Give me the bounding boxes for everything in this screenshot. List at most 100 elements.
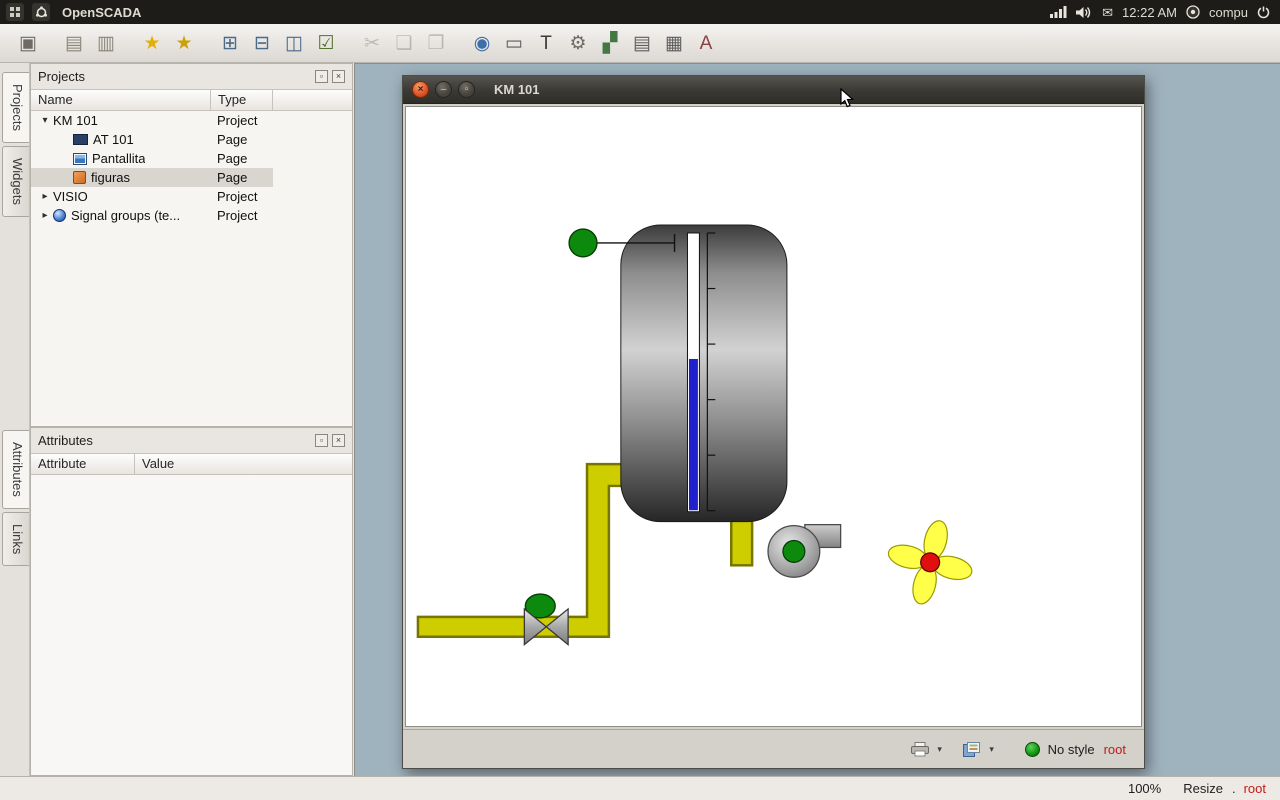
session-user[interactable]: compu <box>1209 5 1248 20</box>
close-button[interactable]: × <box>412 81 429 98</box>
side-tab-attributes[interactable]: Attributes <box>2 430 29 509</box>
tree-item-label: VISIO <box>53 189 88 204</box>
print-icon: ▣ <box>19 34 37 53</box>
tree-row-figuras[interactable]: figuras Page <box>31 168 273 187</box>
projects-columns-header: Name Type <box>31 89 352 111</box>
elementary-figures-icon: ◉ <box>474 34 491 53</box>
diagram-widget-icon: ▞ <box>603 34 618 53</box>
new-widget-library-button[interactable]: ★ <box>168 28 200 58</box>
km101-window[interactable]: ×–▫ KM 101 <box>402 75 1145 769</box>
grid-icon <box>9 6 21 18</box>
visual-item-properties-button[interactable]: ◫ <box>278 28 310 58</box>
style-label: No style <box>1048 742 1095 757</box>
mail-indicator-icon[interactable]: ✉ <box>1102 6 1113 19</box>
tree-expand-arrow[interactable]: ▸ <box>37 191 53 202</box>
inlet-pipe[interactable] <box>418 464 627 637</box>
top-panel: OpenSCADA ✉ 12:22 AM compu <box>0 0 1280 24</box>
tree-item-type: Project <box>211 113 257 128</box>
tree-item-type: Page <box>211 170 247 185</box>
window-titlebar[interactable]: ×–▫ KM 101 <box>403 76 1144 104</box>
dock-float-button[interactable]: ▫ <box>315 70 328 83</box>
tree-item-label: figuras <box>91 170 130 185</box>
save-to-db-icon: ▥ <box>97 34 115 53</box>
export-dropdown-caret[interactable]: ▾ <box>985 744 999 755</box>
dock-close-button[interactable]: × <box>332 70 345 83</box>
power-icon[interactable] <box>1257 6 1270 19</box>
add-visual-item-button[interactable]: ⊞ <box>214 28 246 58</box>
network-signal-icon[interactable] <box>1050 6 1067 18</box>
load-from-db-button[interactable]: ▤ <box>58 28 90 58</box>
edit-visual-item-button[interactable]: ☑ <box>310 28 342 58</box>
tree-row-km-101[interactable]: ▾KM 101 Project <box>31 111 273 130</box>
print-view-button[interactable] <box>907 737 933 761</box>
copy-icon: ❏ <box>395 34 412 53</box>
export-view-button[interactable] <box>959 737 985 761</box>
diagram-widget-button[interactable]: ▞ <box>594 28 626 58</box>
tree-row-visio[interactable]: ▸VISIOProject <box>31 187 273 206</box>
delete-visual-item-button[interactable]: ⊟ <box>246 28 278 58</box>
toolbar-separator <box>200 31 214 55</box>
maximize-button[interactable]: ▫ <box>458 81 475 98</box>
edit-mode-label[interactable]: Resize <box>1183 781 1223 796</box>
side-tab-projects[interactable]: Projects <box>2 72 29 143</box>
pump[interactable] <box>768 525 841 578</box>
tree-expand-arrow[interactable]: ▾ <box>37 115 53 126</box>
scada-canvas[interactable] <box>405 106 1142 727</box>
tank[interactable] <box>621 225 787 522</box>
fan[interactable] <box>878 511 982 614</box>
tank-top-lamp[interactable] <box>569 229 597 257</box>
protocol-widget-button[interactable]: ▤ <box>626 28 658 58</box>
print-button[interactable]: ▣ <box>12 28 44 58</box>
dock-close-button[interactable]: × <box>332 434 345 447</box>
tree-item-label: KM 101 <box>53 113 98 128</box>
tree-row-at-101[interactable]: AT 101Page <box>31 130 273 149</box>
main-toolbar: ▣▤▥★★⊞⊟◫☑✂❏❐◉▭T⚙▞▤▦A <box>0 24 1280 63</box>
tree-row-signal-groups-te[interactable]: ▸Signal groups (te...Project <box>31 206 273 225</box>
side-tab-widgets[interactable]: Widgets <box>2 146 29 217</box>
column-header-filler <box>273 90 352 110</box>
app-menu-icon[interactable] <box>6 3 24 21</box>
dock-float-button[interactable]: ▫ <box>315 434 328 447</box>
projects-tree-body[interactable]: ▾KM 101ProjectAT 101PagePantallitaPagefi… <box>31 111 352 426</box>
tree-row-pantallita[interactable]: PantallitaPage <box>31 149 273 168</box>
column-header-type[interactable]: Type <box>211 90 273 110</box>
function-values-button[interactable]: A <box>690 28 722 58</box>
tree-expand-arrow[interactable]: ▸ <box>37 210 53 221</box>
side-tab-links[interactable]: Links <box>2 512 29 566</box>
minimize-button[interactable]: – <box>435 81 452 98</box>
document-widget-button[interactable]: ▦ <box>658 28 690 58</box>
pantallita-icon <box>73 153 87 165</box>
volume-icon[interactable] <box>1076 6 1093 19</box>
ubuntu-logo-icon[interactable] <box>32 3 50 21</box>
clock[interactable]: 12:22 AM <box>1122 5 1177 20</box>
print-dropdown-caret[interactable]: ▾ <box>933 744 947 755</box>
tree-cell-name: ▸Signal groups (te... <box>31 208 211 223</box>
copy-button[interactable]: ❏ <box>388 28 420 58</box>
toolbar-separator <box>342 31 356 55</box>
style-status-icon <box>1025 742 1040 757</box>
projects-panel-header: Projects ▫ × <box>31 64 352 89</box>
at-101-icon <box>73 134 88 145</box>
text-widget-button[interactable]: T <box>530 28 562 58</box>
session-indicator-icon[interactable] <box>1186 5 1200 19</box>
column-header-value[interactable]: Value <box>135 454 352 474</box>
paste-icon: ❐ <box>427 34 444 53</box>
toolbar-separator <box>452 31 466 55</box>
column-header-attribute[interactable]: Attribute <box>31 454 135 474</box>
elementary-figures-button[interactable]: ◉ <box>466 28 498 58</box>
new-project-button[interactable]: ★ <box>136 28 168 58</box>
attributes-panel-header: Attributes ▫ × <box>31 428 352 453</box>
projects-dock-buttons: ▫ × <box>315 70 345 83</box>
column-header-name[interactable]: Name <box>31 90 211 110</box>
cut-button[interactable]: ✂ <box>356 28 388 58</box>
attributes-table-body[interactable] <box>31 475 352 775</box>
left-tab-strip: Projects Widgets Attributes Links <box>0 63 30 776</box>
outlet-pipe[interactable] <box>731 520 752 566</box>
save-to-db-button[interactable]: ▥ <box>90 28 122 58</box>
status-user[interactable]: root <box>1244 781 1266 796</box>
media-widget-button[interactable]: ⚙ <box>562 28 594 58</box>
form-elements-button[interactable]: ▭ <box>498 28 530 58</box>
paste-button[interactable]: ❐ <box>420 28 452 58</box>
tree-item-label: AT 101 <box>93 132 134 147</box>
zoom-level[interactable]: 100% <box>1128 781 1161 796</box>
